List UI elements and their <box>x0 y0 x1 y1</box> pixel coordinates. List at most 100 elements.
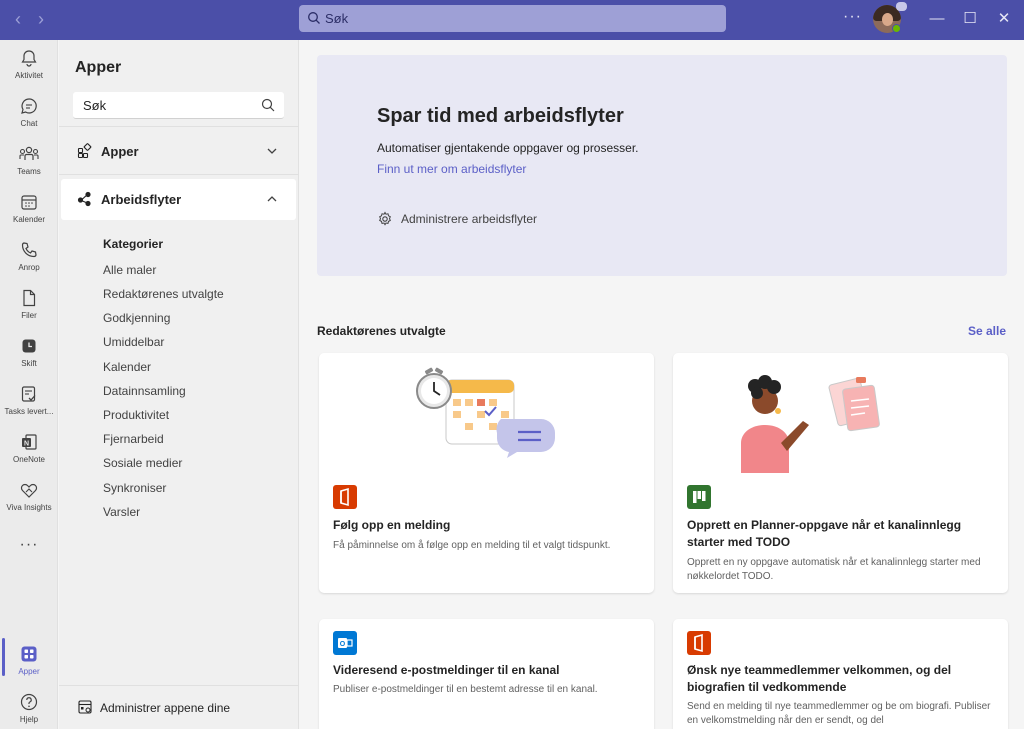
category-item[interactable]: Synkroniser <box>103 481 166 495</box>
learn-more-link[interactable]: Finn ut mer om arbeidsflyter <box>377 162 526 176</box>
svg-text:O: O <box>340 641 346 648</box>
category-item[interactable]: Varsler <box>103 505 140 519</box>
panel-title: Apper <box>75 59 122 76</box>
rail-item-shifts[interactable]: Skift <box>0 336 58 380</box>
help-icon <box>20 693 38 711</box>
clock-icon <box>22 339 36 353</box>
svg-text:N: N <box>24 441 29 448</box>
hero-subtitle: Automatiser gjentakende oppgaver og pros… <box>377 141 639 155</box>
onenote-icon: N <box>22 434 37 450</box>
category-item[interactable]: Godkjenning <box>103 311 170 325</box>
app-rail: Aktivitet Chat Teams Kalender Anrop File… <box>0 40 58 729</box>
card-description: Publiser e-postmeldinger til en bestemt … <box>333 684 598 695</box>
category-item[interactable]: Produktivitet <box>103 408 169 422</box>
workflow-card[interactable]: Ønsk nye teammedlemmer velkommen, og del… <box>673 619 1008 729</box>
rail-item-help[interactable]: Hjelp <box>0 692 58 729</box>
rail-label: Skift <box>21 359 37 368</box>
featured-section-title: Redaktørenes utvalgte <box>317 324 446 338</box>
rail-item-viva-insights[interactable]: Viva Insights <box>0 480 58 524</box>
section-apps[interactable]: Apper <box>61 131 296 172</box>
close-icon[interactable]: ✕ <box>994 9 1014 29</box>
more-apps-icon[interactable]: ··· <box>0 536 58 560</box>
maximize-icon[interactable]: ☐ <box>960 9 980 29</box>
hero-title: Spar tid med arbeidsflyter <box>377 105 624 127</box>
section-workflows[interactable]: Arbeidsflyter <box>61 179 296 220</box>
rail-label: Apper <box>18 667 40 676</box>
search-icon <box>308 12 320 24</box>
category-item[interactable]: Umiddelbar <box>103 335 164 349</box>
title-bar: ‹ › Søk ··· — ☐ ✕ <box>0 0 1024 40</box>
rail-label: Kalender <box>12 215 46 224</box>
bell-icon <box>21 50 37 67</box>
rail-label: Teams <box>17 167 41 176</box>
category-item[interactable]: Alle maler <box>103 263 156 277</box>
section-label: Arbeidsflyter <box>101 192 182 207</box>
chat-icon <box>21 98 37 114</box>
workflow-card[interactable]: Følg opp en melding Få påminnelse om å f… <box>319 353 654 593</box>
manage-apps-label: Administrer appene dine <box>100 701 231 715</box>
rail-label: Viva Insights <box>6 503 52 512</box>
category-item[interactable]: Fjernarbeid <box>103 432 164 446</box>
global-search-input[interactable]: Søk <box>299 5 726 32</box>
chevron-down-icon <box>267 148 277 154</box>
more-options-icon[interactable]: ··· <box>843 8 862 26</box>
card-title: Opprett en Planner-oppgave når et kanali… <box>687 518 962 549</box>
rail-label: Chat <box>20 119 38 128</box>
workflow-card[interactable]: O Videresend e-postmeldinger til en kana… <box>319 619 654 729</box>
category-item[interactable]: Sosiale medier <box>103 456 182 470</box>
rail-item-teams[interactable]: Teams <box>0 144 58 188</box>
apps-search-input[interactable]: Søk <box>73 92 284 119</box>
card-title: Ønsk nye teammedlemmer velkommen, og del… <box>687 663 952 694</box>
org-badge <box>896 2 907 11</box>
file-icon <box>23 289 36 307</box>
rail-item-onenote[interactable]: N OneNote <box>0 432 58 476</box>
workflow-card[interactable]: Opprett en Planner-oppgave når et kanali… <box>673 353 1008 593</box>
tasks-icon <box>21 386 36 402</box>
rail-label: Hjelp <box>19 715 39 724</box>
divider <box>59 174 299 175</box>
category-item[interactable]: Kalender <box>103 360 151 374</box>
rail-label: Anrop <box>18 263 40 272</box>
planner-task-illustration <box>741 375 880 473</box>
rail-label: Aktivitet <box>14 71 43 80</box>
office-app-icon <box>687 631 711 655</box>
workflows-hero-banner: Spar tid med arbeidsflyter Automatiser g… <box>317 55 1007 276</box>
rail-item-apps[interactable]: Apper <box>0 644 58 688</box>
viva-insights-icon <box>20 483 38 498</box>
rail-item-chat[interactable]: Chat <box>0 96 58 140</box>
manage-apps-button[interactable]: Administrer appene dine <box>59 685 299 729</box>
section-label: Apper <box>101 144 139 159</box>
rail-item-tasks[interactable]: Tasks levert... <box>0 384 58 428</box>
see-all-link[interactable]: Se alle <box>968 324 1006 338</box>
planner-app-icon <box>687 485 711 509</box>
forward-arrow-icon[interactable]: › <box>32 10 50 28</box>
search-icon <box>261 98 275 112</box>
rail-label: Filer <box>21 311 37 320</box>
card-title: Videresend e-postmeldinger til en kanal <box>333 663 560 677</box>
manage-workflows-label: Administrere arbeidsflyter <box>401 212 538 226</box>
presence-status-icon <box>892 24 901 33</box>
calendar-icon <box>21 195 37 210</box>
outlook-teams-app-icon: O <box>333 631 357 655</box>
category-item[interactable]: Redaktørenes utvalgte <box>103 287 224 301</box>
rail-item-calendar[interactable]: Kalender <box>0 192 58 236</box>
back-arrow-icon[interactable]: ‹ <box>9 10 27 28</box>
rail-item-calls[interactable]: Anrop <box>0 240 58 284</box>
teams-icon <box>19 146 39 160</box>
workflow-icon <box>77 191 91 207</box>
category-item[interactable]: Datainnsamling <box>103 384 186 398</box>
chevron-up-icon <box>267 196 277 202</box>
apps-add-icon <box>77 143 92 159</box>
categories-heading: Kategorier <box>103 237 164 251</box>
gear-icon <box>379 211 391 226</box>
apps-grid-icon <box>21 646 37 662</box>
rail-item-activity[interactable]: Aktivitet <box>0 48 58 92</box>
rail-item-files[interactable]: Filer <box>0 288 58 332</box>
apps-side-panel: Apper Søk Apper Arbeidsflyter Kategorier… <box>59 40 299 729</box>
card-title: Følg opp en melding <box>333 518 451 532</box>
phone-icon <box>21 242 37 258</box>
search-placeholder: Søk <box>83 98 107 113</box>
card-description: Få påminnelse om å følge opp en melding … <box>333 540 611 551</box>
office-app-icon <box>333 485 357 509</box>
minimize-icon[interactable]: — <box>927 9 947 29</box>
